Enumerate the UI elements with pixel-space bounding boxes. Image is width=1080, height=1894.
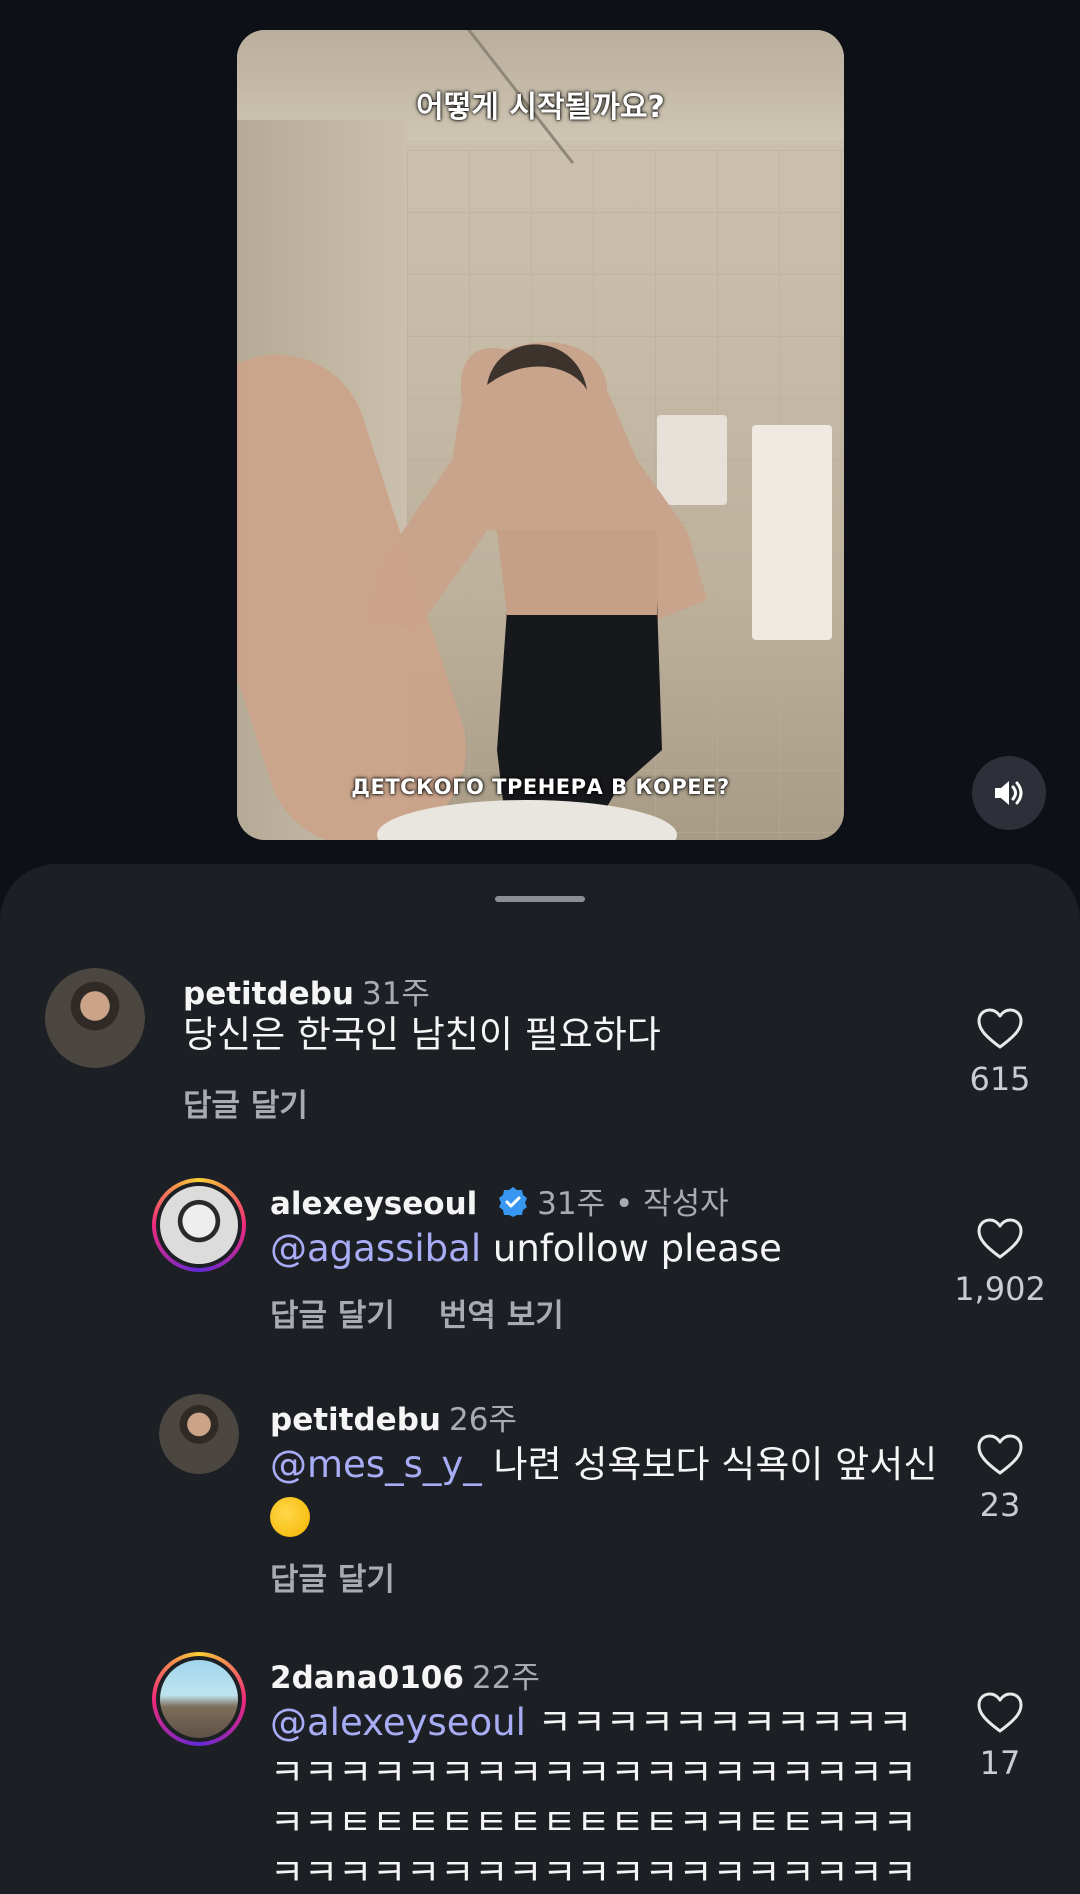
avatar[interactable] <box>159 1394 239 1474</box>
like-control: 23 <box>945 1434 1055 1524</box>
comment-text: 당신은 한국인 남친이 필요하다 <box>183 1010 923 1060</box>
video-towel <box>752 425 832 640</box>
like-count: 1,902 <box>954 1270 1046 1308</box>
comment-username[interactable]: alexeyseoul <box>270 1186 477 1222</box>
comment-actions: 답글 달기 <box>183 1080 308 1125</box>
comment-actions: 답글 달기 <box>270 1554 395 1599</box>
comment-username[interactable]: petitdebu <box>183 976 354 1012</box>
heart-icon[interactable] <box>977 1008 1023 1050</box>
heart-icon[interactable] <box>977 1218 1023 1260</box>
like-control: 17 <box>945 1692 1055 1782</box>
comment-time: 31주 <box>361 976 430 1012</box>
avatar[interactable] <box>152 1652 246 1746</box>
reply-button[interactable]: 답글 달기 <box>270 1562 395 1598</box>
comments-sheet: petitdebu 31주 당신은 한국인 남친이 필요하다 답글 달기 615 … <box>0 864 1080 1894</box>
comment-time: 31주 • 작성자 <box>537 1186 729 1222</box>
comment-text: @agassibal unfollow please <box>270 1224 950 1274</box>
like-control: 615 <box>945 1008 1055 1098</box>
video-caption-top: 어떻게 시작될까요? <box>416 90 665 125</box>
sound-toggle-button[interactable] <box>972 756 1046 830</box>
video-area: 어떻게 시작될까요? ДЕТСКОГО ТРЕНЕРА В КОРЕЕ? <box>0 0 1080 860</box>
heart-icon[interactable] <box>977 1434 1023 1476</box>
comment-body: 나련 성욕보다 식욕이 앞서신 <box>481 1443 938 1486</box>
comment-time: 22주 <box>471 1660 540 1696</box>
emoji-hand-over-mouth-icon <box>270 1496 310 1537</box>
mention-link[interactable]: @mes_s_y_ <box>270 1443 482 1486</box>
comment-header: alexeyseoul 31주 • 작성자 <box>270 1178 729 1223</box>
comment-username[interactable]: 2dana0106 <box>270 1660 464 1696</box>
reply-button[interactable]: 답글 달기 <box>183 1088 308 1124</box>
comment-text: @mes_s_y_ 나련 성욕보다 식욕이 앞서신 <box>270 1440 950 1540</box>
sheet-drag-handle[interactable] <box>495 896 585 902</box>
comment-header: petitdebu 26주 <box>270 1394 517 1439</box>
comment-header: petitdebu 31주 <box>183 968 430 1013</box>
speaker-on-icon <box>995 781 1023 805</box>
comment-text: @alexeyseoul ㅋㅋㅋㅋㅋㅋㅋㅋㅋㅋㅋㅋㅋㅋㅋㅋㅋㅋㅋㅋㅋㅋㅋㅋㅋㅋㅋ… <box>270 1698 920 1894</box>
comment-username[interactable]: petitdebu <box>270 1402 441 1438</box>
like-count: 23 <box>979 1486 1021 1524</box>
avatar[interactable] <box>152 1178 246 1272</box>
reply-button[interactable]: 답글 달기 <box>270 1298 395 1334</box>
verified-badge-icon <box>499 1187 528 1217</box>
comment-header: 2dana0106 22주 <box>270 1652 540 1697</box>
like-control: 1,902 <box>945 1218 1055 1308</box>
mention-link[interactable]: @alexeyseoul <box>270 1701 526 1744</box>
like-count: 17 <box>979 1744 1021 1782</box>
comment-time: 26주 <box>448 1402 517 1438</box>
see-translation-button[interactable]: 번역 보기 <box>439 1298 564 1334</box>
avatar[interactable] <box>45 968 145 1068</box>
comment-body: 당신은 한국인 남친이 필요하다 <box>183 1013 661 1056</box>
comment-body: unfollow please <box>481 1227 782 1270</box>
comment-actions: 답글 달기 번역 보기 <box>270 1290 564 1335</box>
like-count: 615 <box>969 1060 1031 1098</box>
video-caption-bottom: ДЕТСКОГО ТРЕНЕРА В КОРЕЕ? <box>351 775 730 799</box>
video-player[interactable]: 어떻게 시작될까요? ДЕТСКОГО ТРЕНЕРА В КОРЕЕ? <box>237 30 844 840</box>
mention-link[interactable]: @agassibal <box>270 1227 481 1270</box>
heart-icon[interactable] <box>977 1692 1023 1734</box>
